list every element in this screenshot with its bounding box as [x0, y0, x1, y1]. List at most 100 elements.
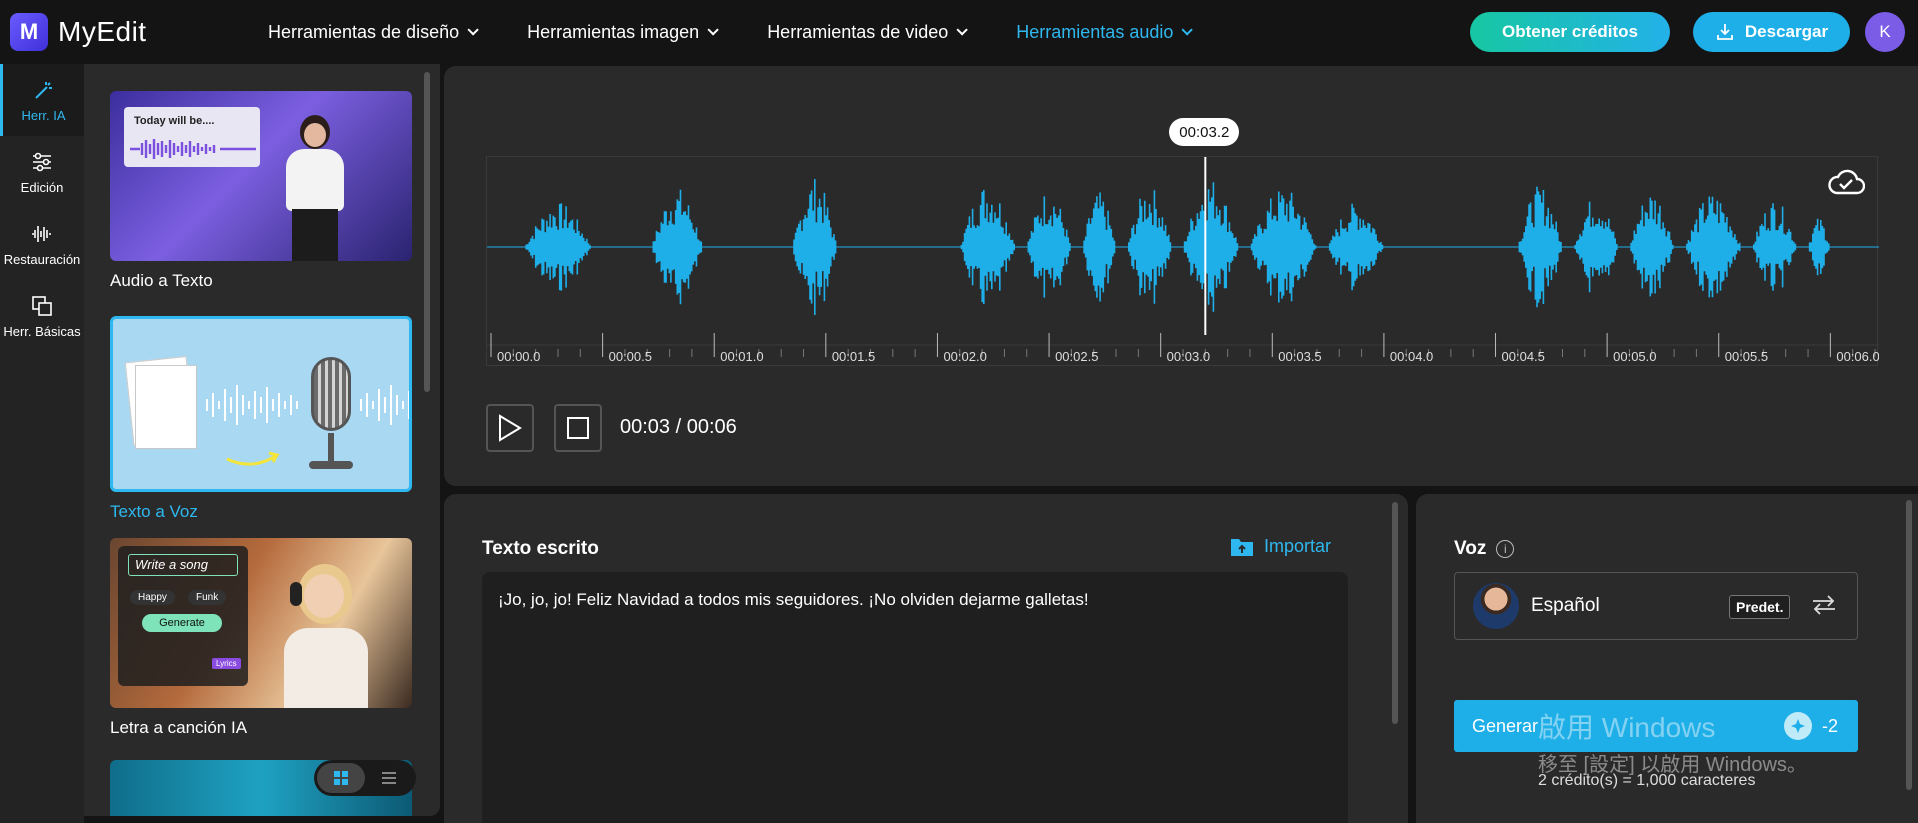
text-panel-title: Texto escrito [482, 538, 599, 559]
info-icon[interactable]: i [1496, 540, 1515, 558]
generate-label: Generar [1472, 715, 1539, 736]
download-icon [1717, 24, 1733, 40]
rail-label: Herr. Básicas [3, 323, 81, 339]
waveform-panel: 00:03.2 00:00.0 00:00.5 00:01.0 00:01.5 00:0… [444, 66, 1918, 486]
main-nav: Herramientas de diseño Herramientas imag… [268, 0, 1241, 64]
nav-label: Herramientas de video [767, 21, 949, 42]
timeline-tick-label: 00:02.0 [943, 349, 986, 364]
play-icon [499, 414, 522, 442]
song-prompt-card: Write a song Happy Funk Generate Lyrics [118, 546, 248, 686]
rail-item-basic-tools[interactable]: Herr. Básicas [0, 280, 84, 352]
timeline-tick-label: 00:03.5 [1278, 349, 1321, 364]
timeline-tick-label: 00:05.0 [1613, 349, 1656, 364]
timeline-tick-label: 00:00.5 [609, 349, 652, 364]
default-badge: Predet. [1729, 595, 1791, 619]
chevron-down-icon [707, 24, 719, 36]
grid-view-button[interactable] [317, 763, 365, 793]
import-label: Importar [1264, 536, 1332, 556]
tool-thumbnail: Write a song Happy Funk Generate Lyrics [110, 538, 412, 708]
layers-icon [32, 295, 52, 316]
magic-wand-icon [34, 81, 52, 99]
nav-video-tools[interactable]: Herramientas de video [767, 21, 969, 43]
tool-thumbnail [110, 316, 412, 492]
nav-label: Herramientas de diseño [268, 21, 460, 42]
chip-happy: Happy [130, 590, 175, 605]
folder-upload-icon [1231, 538, 1253, 556]
app-logo[interactable]: M MyEdit [10, 13, 147, 51]
play-button[interactable] [486, 404, 534, 452]
tool-list-scrollbar[interactable] [424, 72, 430, 392]
rail-item-restoration[interactable]: Restauración [0, 208, 84, 280]
voice-title: Voz i [1454, 538, 1515, 560]
windows-activation-watermark-sub: 移至 [設定] 以啟用 Windows。 [1538, 754, 1807, 776]
chevron-down-icon [956, 24, 969, 36]
rail-item-editing[interactable]: Edición [0, 136, 84, 208]
singer-figure [280, 558, 370, 708]
text-panel-scrollbar[interactable] [1392, 502, 1398, 724]
chevron-down-icon [467, 24, 479, 36]
waveform-svg[interactable]: 00:00.0 00:00.5 00:01.0 00:01.5 00:02.0 00:02… [487, 157, 1880, 367]
credit-cost: -2 [1783, 712, 1838, 740]
tool-list-panel: Today will be.... Audio a Texto Texto a … [84, 64, 440, 816]
chip-funk: Funk [188, 590, 227, 605]
waveform-icon [32, 225, 51, 242]
generate-chip: Generate [142, 614, 222, 632]
nav-label: Herramientas audio [1016, 21, 1174, 42]
voice-avatar [1473, 583, 1519, 629]
text-input-panel: Texto escrito Importar ¡Jo, jo, jo! Feli… [444, 494, 1408, 823]
credit-cost-value: -2 [1821, 715, 1838, 736]
timeline-tick-label: 00:01.5 [832, 349, 875, 364]
wave-illustration [130, 139, 256, 159]
voice-selector[interactable]: Español Predet. [1454, 572, 1858, 640]
grid-icon [334, 771, 348, 785]
timeline-tick-label: 00:03.0 [1167, 349, 1210, 364]
top-bar: M MyEdit Herramientas de diseño Herramie… [0, 0, 1918, 64]
get-credits-button[interactable]: Obtener créditos [1470, 12, 1670, 52]
download-button[interactable]: Descargar [1693, 12, 1850, 52]
thumb-caption: Today will be.... [134, 115, 215, 127]
tool-label: Audio a Texto [110, 271, 213, 290]
rail-label: Edición [20, 179, 64, 195]
download-label: Descargar [1744, 22, 1829, 41]
speech-text-input[interactable]: ¡Jo, jo, jo! Feliz Navidad a todos mis s… [482, 572, 1348, 823]
nav-design-tools[interactable]: Herramientas de diseño [268, 21, 479, 43]
time-readout: 00:03 / 00:06 [620, 416, 737, 438]
nav-label: Herramientas imagen [527, 21, 700, 42]
tool-card-audio-to-text[interactable]: Today will be.... Audio a Texto [110, 91, 412, 291]
view-toggle [314, 760, 416, 796]
lyrics-tag: Lyrics [212, 658, 241, 669]
tool-thumbnail: Today will be.... [110, 91, 412, 261]
voice-panel-scrollbar[interactable] [1906, 500, 1912, 790]
rail-item-ai-tools[interactable]: Herr. IA [0, 64, 84, 136]
voice-name: Español [1531, 595, 1600, 616]
timeline-tick-label: 00:02.5 [1055, 349, 1098, 364]
import-button[interactable]: Importar [1230, 536, 1331, 557]
timeline-tick-label: 00:04.5 [1502, 349, 1545, 364]
sound-bars-illustration [360, 385, 409, 425]
tool-label: Letra a canción IA [110, 718, 248, 737]
cloud-save-icon[interactable] [1827, 167, 1866, 202]
swap-icon[interactable] [1811, 593, 1837, 617]
playhead-time-label: 00:03.2 [1169, 118, 1240, 146]
timeline-tick-label: 00:00.0 [497, 349, 540, 364]
nav-audio-tools[interactable]: Herramientas audio [1016, 21, 1194, 43]
waveform-area[interactable]: 00:00.0 00:00.5 00:01.0 00:01.5 00:02.0 00:02… [486, 156, 1880, 367]
app-name: MyEdit [58, 16, 147, 47]
side-rail: Herr. IA Edición Restauración Herr. Bási… [0, 64, 84, 823]
stop-icon [567, 417, 589, 439]
sound-bars-illustration [206, 385, 298, 425]
microphone-illustration [303, 349, 359, 479]
credit-gem-icon [1783, 712, 1812, 740]
chevron-down-icon [1181, 24, 1194, 36]
logo-badge: M [10, 13, 48, 51]
tool-label: Texto a Voz [110, 502, 198, 521]
thumb-caption-box: Today will be.... [124, 107, 260, 167]
list-view-button[interactable] [365, 763, 413, 793]
tool-card-lyrics-to-song[interactable]: Write a song Happy Funk Generate Lyrics … [110, 538, 412, 738]
timeline-tick-label: 00:05.5 [1725, 349, 1768, 364]
tool-card-text-to-speech[interactable]: Texto a Voz [110, 316, 412, 522]
stop-button[interactable] [554, 404, 602, 452]
nav-image-tools[interactable]: Herramientas imagen [527, 21, 719, 43]
user-avatar[interactable]: K [1865, 12, 1905, 52]
arrow-illustration [226, 451, 280, 466]
